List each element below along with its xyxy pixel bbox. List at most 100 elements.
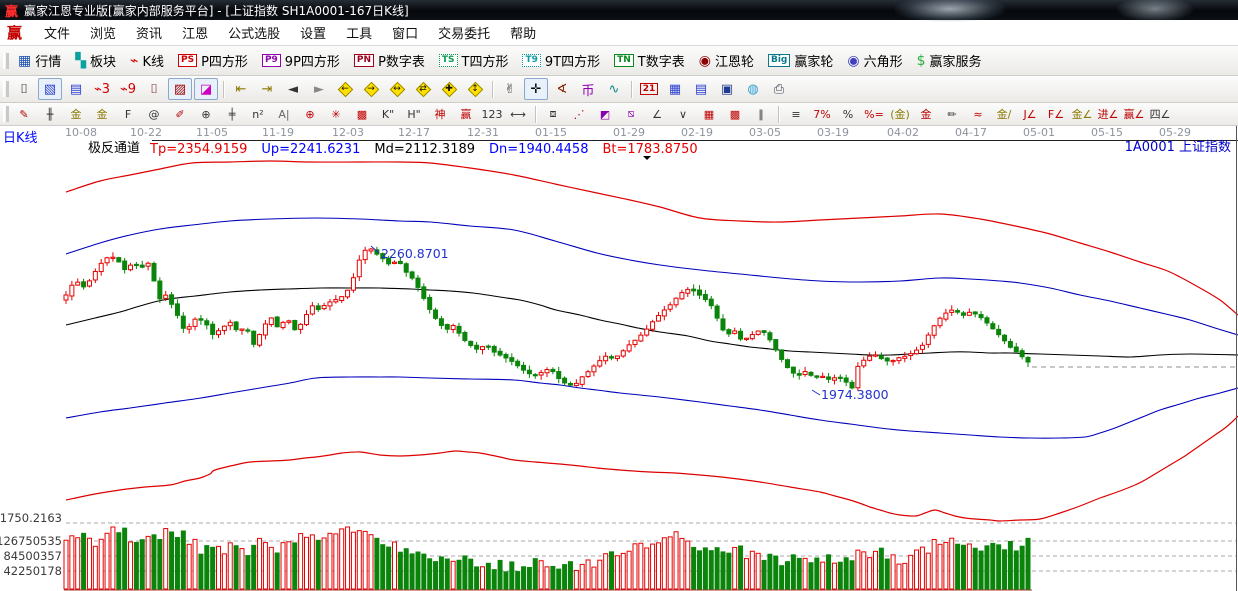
menu-item-news[interactable]: 资讯 (126, 22, 172, 43)
shen-tool[interactable]: 神 (428, 105, 452, 124)
golden-circle-tool[interactable]: ⊕ (298, 105, 322, 124)
angle-lines-tool[interactable]: ∠ (645, 105, 669, 124)
gann-wheel-button[interactable]: ◉江恩轮 (693, 49, 760, 72)
n-square-tool[interactable]: n² (246, 105, 270, 124)
p-square-button[interactable]: PSP四方形 (172, 49, 254, 72)
print-button[interactable]: ⎙ (767, 78, 791, 100)
zoom-all-button[interactable]: ✚ (437, 78, 461, 100)
calendar-button[interactable]: 21 (637, 78, 661, 100)
menu-item-formula-stock-pick[interactable]: 公式选股 (218, 22, 290, 43)
crosshair-button[interactable]: ✛ (524, 78, 548, 100)
t-number-table-button[interactable]: TNT数字表 (608, 49, 691, 72)
hexagon-button[interactable]: ◉六角形 (841, 49, 908, 72)
9p-square-button[interactable]: P99P四方形 (256, 49, 346, 72)
j-angle-tool[interactable]: J∠ (1018, 105, 1042, 124)
grid9-button[interactable]: ⌁9 (116, 78, 140, 100)
line-bundle-tool[interactable]: ╪ (220, 105, 244, 124)
last-bar-button[interactable]: ⇥ (255, 78, 279, 100)
pan-left-button[interactable]: ← (333, 78, 357, 100)
chart-canvas[interactable]: 10-0810-2211-0511-1912-0312-1712-3101-15… (0, 126, 1238, 591)
gold-section-tool[interactable]: 金 (64, 105, 88, 124)
angle-line-button[interactable]: ∢ (550, 78, 574, 100)
hand-tool-button[interactable]: ✌ (498, 78, 522, 100)
menu-item-settings[interactable]: 设置 (290, 22, 336, 43)
jin-angle-tool[interactable]: 进∠ (1096, 105, 1120, 124)
9t-square-button[interactable]: T99T四方形 (516, 49, 606, 72)
span-measure-tool[interactable]: ⟷ (506, 105, 530, 124)
volume-profile-button[interactable]: ◪ (194, 78, 218, 100)
f-angle-tool[interactable]: F∠ (1044, 105, 1068, 124)
wave-tool-button[interactable]: ∿ (602, 78, 626, 100)
box-tool[interactable]: ⧈ (541, 105, 565, 124)
menu-item-window[interactable]: 窗口 (382, 22, 428, 43)
pen-tool[interactable]: ✎ (12, 105, 36, 124)
gann-wheel-tool[interactable]: ✳ (324, 105, 348, 124)
network-button[interactable]: ◍ (741, 78, 765, 100)
gann-grid-tool[interactable]: ╫ (38, 105, 62, 124)
menu-item-file[interactable]: 文件 (34, 22, 80, 43)
brush-k-tool[interactable]: ✏ (940, 105, 964, 124)
seven-percent-tool[interactable]: 7% (810, 105, 834, 124)
gann-wheel-box-tool[interactable]: ▩ (350, 105, 374, 124)
p-number-table-button[interactable]: PNP数字表 (348, 49, 431, 72)
pattern-button[interactable]: ▨ (168, 78, 192, 100)
quotes-button[interactable]: ▦行情 (12, 49, 67, 72)
grid3-button[interactable]: ⌁3 (90, 78, 114, 100)
kline-style-button[interactable]: ⌷ (12, 78, 36, 100)
calculator-button[interactable]: ▦ (663, 78, 687, 100)
percent-lines-tool[interactable]: %= (862, 105, 886, 124)
ying-angle-tool[interactable]: 赢∠ (1122, 105, 1146, 124)
gold-angle-tool[interactable]: 金∠ (1070, 105, 1094, 124)
sectors-button[interactable]: ▚板块 (69, 49, 122, 72)
parallel-lines-tool[interactable]: ∥ (749, 105, 773, 124)
fit-view-button[interactable]: ↕ (463, 78, 487, 100)
gold-channel-tool[interactable]: 金 (90, 105, 114, 124)
gold-underline-tool[interactable]: 金 (914, 105, 938, 124)
compress-h-button[interactable]: ⇄ (411, 78, 435, 100)
notes-button[interactable]: ▤ (689, 78, 713, 100)
gann-box-button[interactable]: 币 (576, 78, 600, 100)
grid-red-tool[interactable]: ▦ (697, 105, 721, 124)
first-bar-button[interactable]: ⇤ (229, 78, 253, 100)
kline-button[interactable]: ⌁K线 (124, 49, 170, 72)
k-count-tool[interactable]: K" (376, 105, 400, 124)
gann-circle-tool[interactable]: ⊕ (194, 105, 218, 124)
t-square-button[interactable]: TST四方形 (433, 49, 515, 72)
diag-box-tool[interactable]: ⧅ (619, 105, 643, 124)
expand-h-button[interactable]: ↔ (385, 78, 409, 100)
info-button[interactable]: ▤ (64, 78, 88, 100)
overview-button[interactable]: ▧ (38, 78, 62, 100)
gold-circle2-tool[interactable]: (金) (888, 105, 912, 124)
single-kline-button[interactable]: ⌷ (142, 78, 166, 100)
fan-tool[interactable]: ⋰ (567, 105, 591, 124)
chart-area[interactable]: 10-0810-2211-0511-1912-0312-1712-3101-15… (0, 126, 1238, 591)
menu-item-gann[interactable]: 江恩 (172, 22, 218, 43)
menu-item-tools[interactable]: 工具 (336, 22, 382, 43)
fib-f-tool[interactable]: F (116, 105, 140, 124)
ruler-123-tool[interactable]: 123 (480, 105, 504, 124)
scale-ladder-tool[interactable]: ≡ (784, 105, 808, 124)
title-bar[interactable]: 赢 赢家江恩专业版[赢家内部服务平台] - [上证指数 SH1A0001-167… (0, 0, 1238, 20)
si-angle-tool[interactable]: 四∠ (1148, 105, 1172, 124)
vee-wave-tool[interactable]: ∨ (671, 105, 695, 124)
menu-item-browse[interactable]: 浏览 (80, 22, 126, 43)
menu-item-trade-order[interactable]: 交易委托 (428, 22, 500, 43)
winner-service-button[interactable]: $赢家服务 (911, 49, 988, 72)
gold-slash-tool[interactable]: 金/ (992, 105, 1016, 124)
winner-wheel-button[interactable]: Big赢家轮 (762, 49, 839, 72)
fan-box-tool[interactable]: ◩ (593, 105, 617, 124)
save-button[interactable]: ▣ (715, 78, 739, 100)
ying-tool[interactable]: 赢 (454, 105, 478, 124)
prev-bar-button[interactable]: ◄ (281, 78, 305, 100)
waves-tool[interactable]: ≈ (966, 105, 990, 124)
angle-a-tool[interactable]: A| (272, 105, 296, 124)
pan-right-button[interactable]: → (359, 78, 383, 100)
next-bar-button[interactable]: ► (307, 78, 331, 100)
grid-box-tool[interactable]: ▩ (723, 105, 747, 124)
percent-tool[interactable]: % (836, 105, 860, 124)
brush-lines-tool[interactable]: ✐ (168, 105, 192, 124)
h-count-tool[interactable]: H" (402, 105, 426, 124)
wave-tool-icon: ∿ (609, 82, 620, 97)
menu-item-help[interactable]: 帮助 (500, 22, 546, 43)
spiral-tool[interactable]: @ (142, 105, 166, 124)
